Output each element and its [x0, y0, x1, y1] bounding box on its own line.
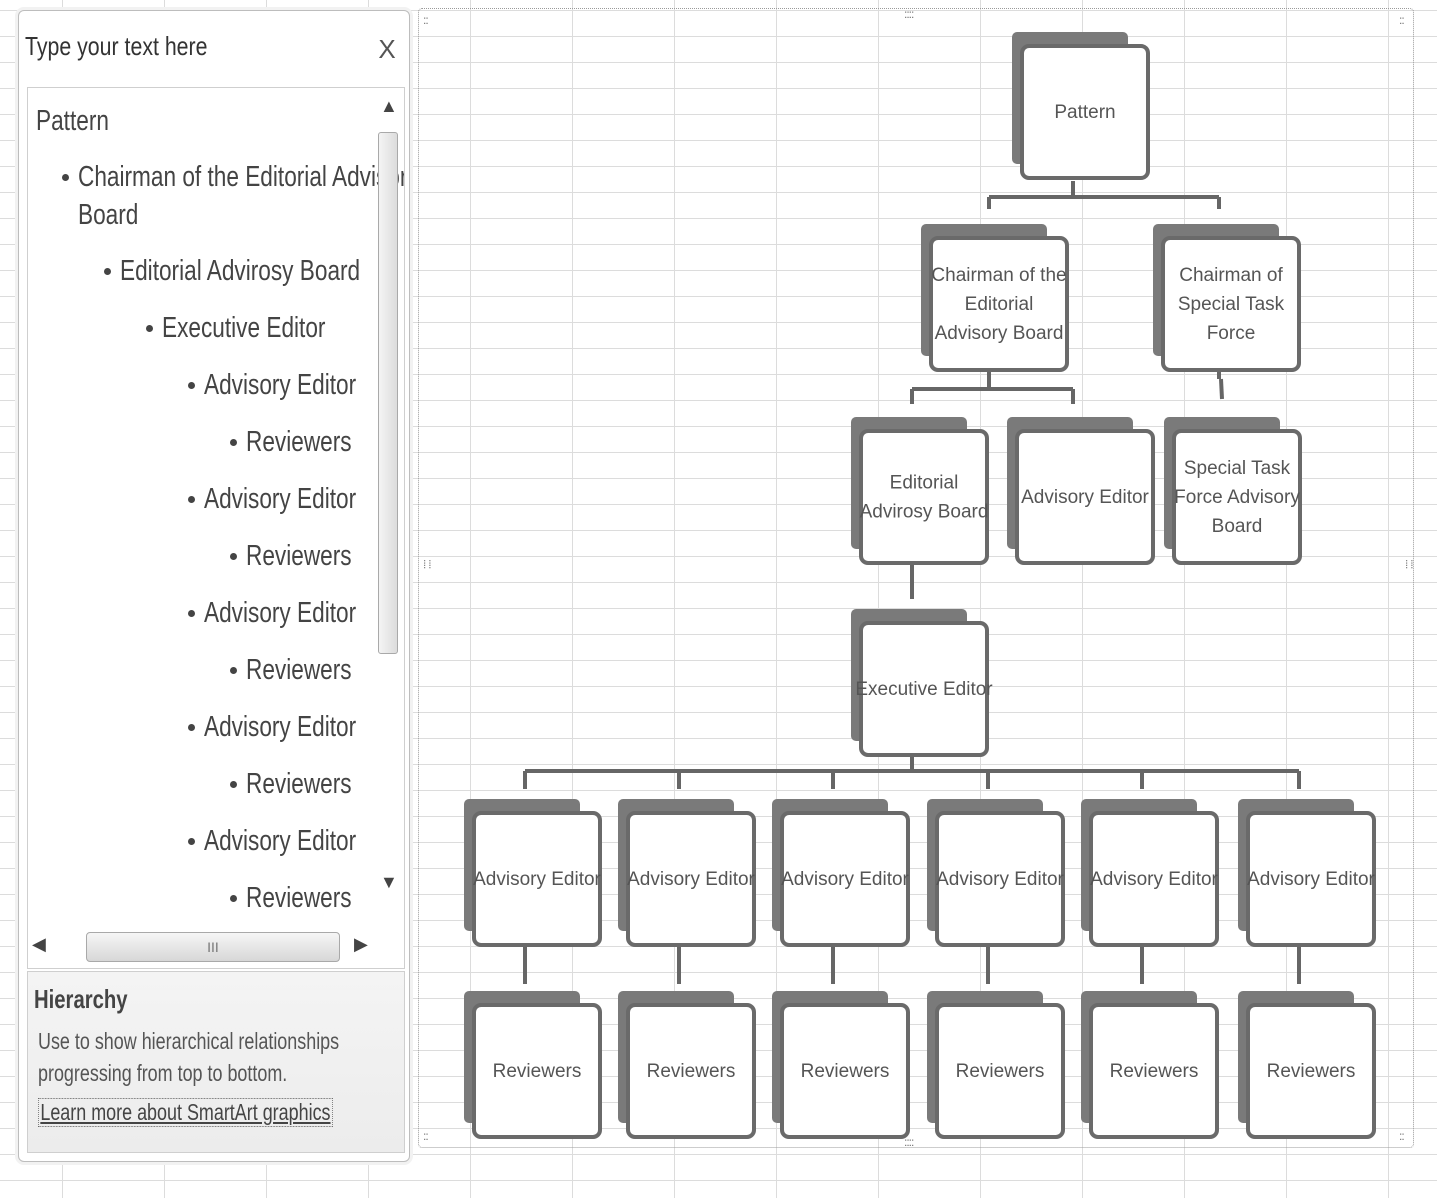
hierarchy-diagram: Pattern Chairman of the Editorial Advisory …: [464, 32, 1376, 1139]
node-advisory-editor-label: Advisory Editor: [473, 869, 601, 890]
layout-description-line-2: progressing from top to bottom.: [38, 1060, 288, 1086]
text-pane-item[interactable]: Pattern: [36, 102, 109, 140]
bullet-icon: [188, 496, 195, 503]
text-pane-item[interactable]: Advisory Editor: [204, 708, 356, 746]
text-pane-item[interactable]: Editorial Advirosy Board: [120, 252, 360, 290]
node-reviewers-label: Reviewers: [801, 1061, 890, 1082]
node-special-board-label: Special Task: [1184, 458, 1291, 479]
text-pane-title: Type your text here: [25, 31, 208, 61]
layout-name: Hierarchy: [34, 984, 128, 1014]
bullet-icon: [146, 325, 153, 332]
bullet-icon: [188, 610, 195, 617]
bullet-icon: [62, 174, 69, 181]
text-pane-item[interactable]: Reviewers: [246, 537, 352, 575]
scroll-left-arrow-icon[interactable]: ◀: [32, 934, 46, 955]
text-pane-item[interactable]: Reviewers: [246, 879, 352, 917]
bullet-icon: [230, 667, 237, 674]
node-chairman-editorial-label: Chairman of the: [931, 265, 1066, 286]
node-editorial-board: [859, 429, 989, 565]
layout-description-line-1: Use to show hierarchical relationships: [38, 1028, 340, 1054]
node-chairman-special-label: Force: [1207, 323, 1256, 344]
node-advisory-editor-label: Advisory Editor: [627, 869, 755, 890]
scroll-up-arrow-icon[interactable]: ▲: [380, 96, 398, 117]
text-pane: Type your text here X Pattern Chairman of…: [18, 10, 410, 1162]
text-pane-item[interactable]: Advisory Editor: [204, 822, 356, 860]
node-advisory-editor-label: Advisory Editor: [781, 869, 909, 890]
bullet-icon: [188, 724, 195, 731]
vertical-scroll-thumb[interactable]: [378, 132, 398, 654]
node-chairman-editorial-label: Advisory Board: [935, 323, 1064, 344]
node-editorial-board-label: Advirosy Board: [860, 502, 989, 523]
connector-line: [1219, 378, 1224, 400]
scroll-down-arrow-icon[interactable]: ▼: [380, 872, 398, 893]
text-pane-item[interactable]: Advisory Editor: [204, 594, 356, 632]
node-executive-editor-label: Executive Editor: [855, 679, 993, 700]
node-chairman-special-label: Chairman of: [1179, 265, 1283, 286]
bullet-icon: [230, 439, 237, 446]
text-pane-item[interactable]: Advisory Editor: [204, 366, 356, 404]
node-special-board-label: Force Advisory: [1174, 487, 1300, 508]
scroll-right-arrow-icon[interactable]: ▶: [354, 934, 368, 955]
text-pane-list[interactable]: Pattern Chairman of the Editorial Advisor…: [27, 87, 405, 969]
node-reviewers-label: Reviewers: [1267, 1061, 1356, 1082]
node-reviewers-label: Reviewers: [956, 1061, 1045, 1082]
text-pane-item[interactable]: Reviewers: [246, 765, 352, 803]
node-chairman-special-label: Special Task: [1178, 294, 1285, 315]
layout-info-box: Hierarchy Use to show hierarchical relat…: [27, 971, 405, 1153]
learn-more-link[interactable]: Learn more about SmartArt graphics: [38, 1098, 333, 1127]
text-pane-item[interactable]: Reviewers: [246, 651, 352, 689]
node-advisory-editor-label: Advisory Editor: [1090, 869, 1218, 890]
node-editorial-board-label: Editorial: [890, 473, 959, 494]
text-pane-item-continuation[interactable]: Board: [78, 196, 138, 234]
bullet-icon: [230, 895, 237, 902]
bullet-icon: [188, 382, 195, 389]
node-special-board-label: Board: [1212, 516, 1263, 537]
text-pane-item[interactable]: Chairman of the Editorial Advisory: [78, 158, 404, 196]
text-pane-item[interactable]: Reviewers: [246, 423, 352, 461]
node-chairman-editorial-label: Editorial: [965, 294, 1034, 315]
bullet-icon: [104, 268, 111, 275]
text-pane-item[interactable]: Executive Editor: [162, 309, 325, 347]
node-reviewers-label: Reviewers: [493, 1061, 582, 1082]
node-reviewers-label: Reviewers: [1110, 1061, 1199, 1082]
horizontal-scrollbar[interactable]: ◀ III ▶: [28, 926, 374, 966]
smartart-canvas[interactable]: :::: :::: :::: :::: :: :: :: :: Pattern C…: [418, 7, 1417, 1149]
bullet-icon: [188, 838, 195, 845]
node-advisory-editor-top-label: Advisory Editor: [1021, 487, 1149, 508]
close-button[interactable]: X: [375, 36, 399, 62]
scroll-grip-icon: III: [207, 939, 219, 955]
node-advisory-editor-label: Advisory Editor: [936, 869, 1064, 890]
node-advisory-editor-label: Advisory Editor: [1247, 869, 1375, 890]
bullet-icon: [230, 781, 237, 788]
bullet-icon: [230, 553, 237, 560]
node-pattern-label: Pattern: [1054, 102, 1115, 123]
vertical-scrollbar[interactable]: ▲ ▼: [376, 88, 402, 928]
node-reviewers-label: Reviewers: [647, 1061, 736, 1082]
text-pane-item[interactable]: Advisory Editor: [204, 480, 356, 518]
horizontal-scroll-thumb[interactable]: III: [86, 932, 340, 962]
